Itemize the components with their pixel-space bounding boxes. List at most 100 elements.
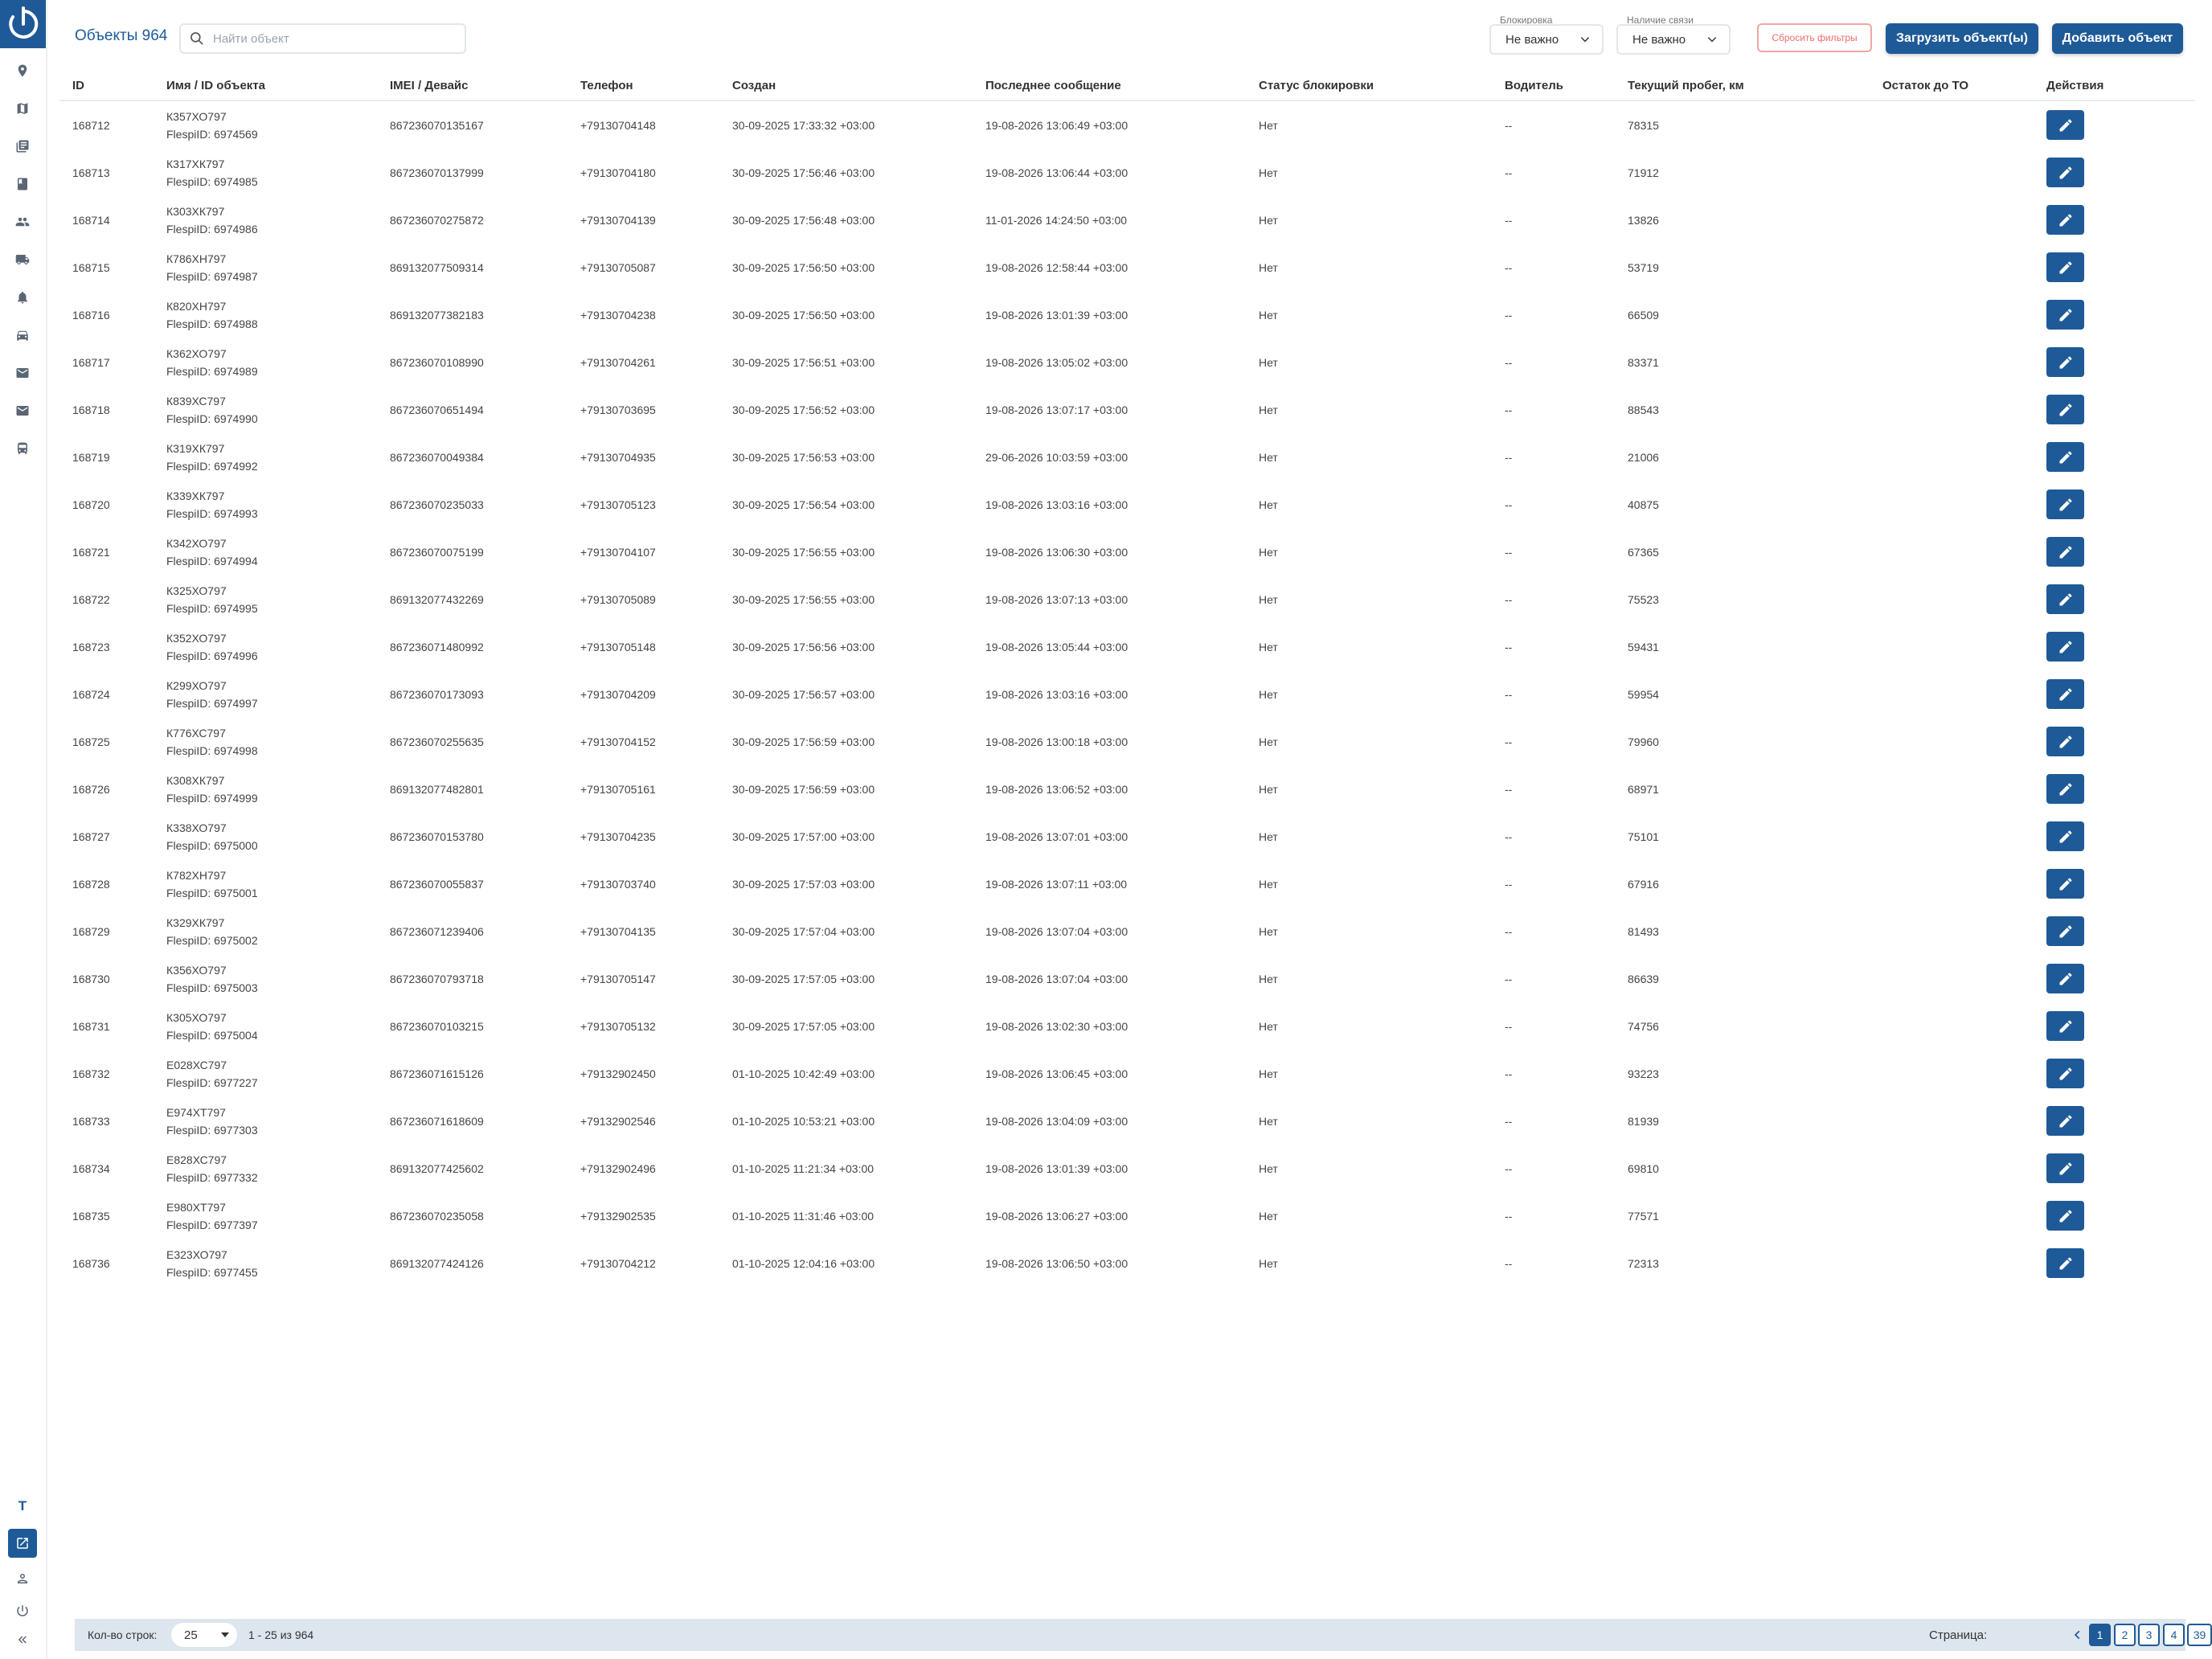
- column-header-name[interactable]: Имя / ID объекта: [154, 71, 377, 101]
- table-row[interactable]: 168734 Е828ХС797 FlespiID: 6977332 86913207…: [59, 1145, 2194, 1192]
- table-row[interactable]: 168723 К352ХО797 FlespiID: 6974996 86723607…: [59, 623, 2194, 670]
- search-box[interactable]: [179, 23, 466, 54]
- table-row[interactable]: 168735 Е980ХТ797 FlespiID: 6977397 86723607…: [59, 1192, 2194, 1239]
- car-icon[interactable]: [10, 322, 35, 348]
- bell-icon[interactable]: [10, 285, 35, 310]
- table-row[interactable]: 168720 К339ХК797 FlespiID: 6974993 86723607…: [59, 481, 2194, 528]
- table-row[interactable]: 168716 К820ХН797 FlespiID: 6974988 86913207…: [59, 291, 2194, 338]
- table-row[interactable]: 168714 К303ХК797 FlespiID: 6974986 86723607…: [59, 196, 2194, 244]
- add-object-button[interactable]: Добавить объект: [2052, 23, 2183, 54]
- edit-button[interactable]: [2046, 964, 2084, 993]
- power-icon[interactable]: [10, 1598, 35, 1624]
- cell-created: 30-09-2025 17:56:52 +03:00: [732, 403, 875, 416]
- table-row[interactable]: 168736 Е323ХО797 FlespiID: 6977455 86913207…: [59, 1239, 2194, 1287]
- table-row[interactable]: 168726 К308ХК797 FlespiID: 6974999 86913207…: [59, 765, 2194, 813]
- edit-button[interactable]: [2046, 1011, 2084, 1041]
- blocking-filter-select[interactable]: Не важно: [1489, 24, 1604, 55]
- table-row[interactable]: 168733 Е974ХТ797 FlespiID: 6977303 86723607…: [59, 1097, 2194, 1145]
- connection-filter-select[interactable]: Не важно: [1616, 24, 1731, 55]
- edit-button[interactable]: [2046, 347, 2084, 377]
- cell-created: 30-09-2025 17:57:04 +03:00: [732, 924, 875, 938]
- edit-button[interactable]: [2046, 869, 2084, 899]
- page-button-1[interactable]: 1: [2089, 1624, 2111, 1646]
- column-header-block-status[interactable]: Статус блокировки: [1246, 71, 1492, 101]
- logo[interactable]: [0, 0, 46, 48]
- edit-button[interactable]: [2046, 1059, 2084, 1088]
- edit-button[interactable]: [2046, 632, 2084, 662]
- column-header-created[interactable]: Создан: [719, 71, 973, 101]
- edit-button[interactable]: [2046, 537, 2084, 567]
- table-row[interactable]: 168718 К839ХС797 FlespiID: 6974990 86723607…: [59, 386, 2194, 433]
- column-header-mileage[interactable]: Текущий пробег, км: [1615, 71, 1870, 101]
- cell-last-message: 29-06-2026 10:03:59 +03:00: [985, 450, 1129, 464]
- map-icon[interactable]: [10, 96, 35, 121]
- table-row[interactable]: 168712 К357ХО797 FlespiID: 6974569 86723607…: [59, 100, 2194, 149]
- edit-button[interactable]: [2046, 1106, 2084, 1136]
- edit-button[interactable]: [2046, 252, 2084, 282]
- edit-button[interactable]: [2046, 158, 2084, 187]
- column-header-last-message[interactable]: Последнее сообщение: [973, 71, 1246, 101]
- page-button-4[interactable]: 4: [2163, 1624, 2185, 1646]
- bus-icon[interactable]: [10, 436, 35, 461]
- edit-button[interactable]: [2046, 1201, 2084, 1231]
- table-row[interactable]: 168730 К356ХО797 FlespiID: 6975003 86723607…: [59, 955, 2194, 1002]
- edit-button[interactable]: [2046, 727, 2084, 756]
- table-row[interactable]: 168721 К342ХО797 FlespiID: 6974994 86723607…: [59, 528, 2194, 576]
- edit-button[interactable]: [2046, 679, 2084, 709]
- edit-button[interactable]: [2046, 1248, 2084, 1278]
- column-header-id[interactable]: ID: [59, 71, 154, 101]
- map-marker-icon[interactable]: [10, 58, 35, 84]
- table-row[interactable]: 168729 К329ХК797 FlespiID: 6975002 86723607…: [59, 907, 2194, 955]
- column-header-to-remaining[interactable]: Остаток до ТО: [1870, 71, 2034, 101]
- page-button-39[interactable]: 39: [2187, 1624, 2212, 1646]
- mail-secondary-icon[interactable]: [10, 398, 35, 424]
- table-row[interactable]: 168715 К786ХН797 FlespiID: 6974987 86913207…: [59, 244, 2194, 291]
- edit-button[interactable]: [2046, 110, 2084, 140]
- page-button-2[interactable]: 2: [2114, 1624, 2136, 1646]
- column-header-phone[interactable]: Телефон: [567, 71, 719, 101]
- edit-button[interactable]: [2046, 300, 2084, 330]
- edit-button[interactable]: [2046, 490, 2084, 519]
- user-initial[interactable]: T: [10, 1493, 35, 1519]
- table-row[interactable]: 168725 К776ХС797 FlespiID: 6974998 86723607…: [59, 718, 2194, 765]
- table-row[interactable]: 168713 К317ХК797 FlespiID: 6974985 86723607…: [59, 149, 2194, 196]
- column-header-driver[interactable]: Водитель: [1492, 71, 1615, 101]
- cell-id: 168728: [72, 877, 110, 891]
- reset-filters-button[interactable]: Сбросить фильтры: [1757, 23, 1872, 52]
- pencil-icon: [2058, 497, 2074, 513]
- edit-button[interactable]: [2046, 205, 2084, 235]
- external-link-icon[interactable]: [8, 1529, 37, 1558]
- edit-button[interactable]: [2046, 1153, 2084, 1183]
- page-button-3[interactable]: 3: [2138, 1624, 2160, 1646]
- cell-driver: --: [1505, 498, 1513, 511]
- edit-button[interactable]: [2046, 584, 2084, 614]
- object-flespi-id: FlespiID: 6974986: [166, 222, 258, 236]
- table-row[interactable]: 168731 К305ХО797 FlespiID: 6975004 86723607…: [59, 1002, 2194, 1050]
- search-input[interactable]: [211, 31, 456, 47]
- cell-last-message: 19-08-2026 13:05:44 +03:00: [985, 640, 1129, 653]
- table-row[interactable]: 168732 Е028ХС797 FlespiID: 6977227 86723607…: [59, 1050, 2194, 1097]
- user-icon[interactable]: [10, 1566, 35, 1591]
- upload-objects-button[interactable]: Загрузить объект(ы): [1886, 23, 2038, 54]
- prev-page-icon[interactable]: [2070, 1627, 2086, 1643]
- collapse-icon[interactable]: [10, 1627, 35, 1653]
- pencil-icon: [2058, 829, 2074, 845]
- table-row[interactable]: 168727 К338ХО797 FlespiID: 6975000 86723607…: [59, 813, 2194, 860]
- edit-button[interactable]: [2046, 916, 2084, 946]
- table-row[interactable]: 168722 К325ХО797 FlespiID: 6974995 86913207…: [59, 576, 2194, 623]
- column-header-imei[interactable]: IMEI / Девайс: [377, 71, 567, 101]
- edit-button[interactable]: [2046, 774, 2084, 804]
- truck-icon[interactable]: [10, 247, 35, 272]
- edit-button[interactable]: [2046, 821, 2084, 851]
- table-row[interactable]: 168728 К782ХН797 FlespiID: 6975001 86723607…: [59, 860, 2194, 907]
- edit-button[interactable]: [2046, 395, 2084, 424]
- users-icon[interactable]: [10, 209, 35, 235]
- table-row[interactable]: 168724 К299ХО797 FlespiID: 6974997 86723607…: [59, 670, 2194, 718]
- rows-per-page-select[interactable]: 25: [171, 1623, 237, 1647]
- book-icon[interactable]: [10, 171, 35, 197]
- edit-button[interactable]: [2046, 442, 2084, 472]
- mail-icon[interactable]: [10, 360, 35, 386]
- table-row[interactable]: 168717 К362ХО797 FlespiID: 6974989 86723607…: [59, 338, 2194, 386]
- table-row[interactable]: 168719 К319ХК797 FlespiID: 6974992 86723607…: [59, 433, 2194, 481]
- documents-icon[interactable]: [10, 133, 35, 159]
